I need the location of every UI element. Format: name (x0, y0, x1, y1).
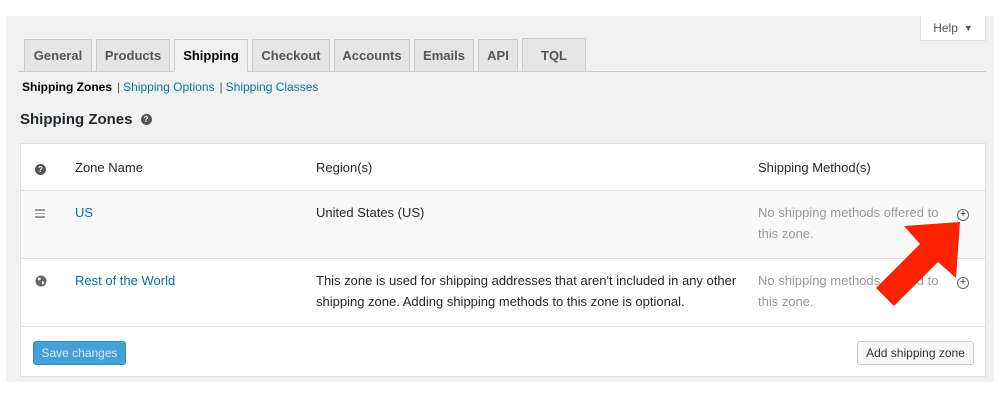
help-button[interactable]: Help ▼ (920, 16, 986, 41)
subnav-shipping-classes[interactable]: Shipping Classes (226, 80, 319, 94)
table-row: Rest of the World This zone is used for … (21, 259, 985, 327)
table-header-row: ? Zone Name Region(s) Shipping Method(s) (21, 144, 985, 191)
tab-tql[interactable]: TQL (522, 38, 586, 72)
header-zone-name: Zone Name (75, 160, 143, 175)
add-shipping-zone-button[interactable]: Add shipping zone (857, 341, 974, 365)
shipping-zones-table: ? Zone Name Region(s) Shipping Method(s)… (20, 143, 986, 377)
page-title: Shipping Zones ? (20, 111, 152, 128)
tab-products[interactable]: Products (96, 39, 170, 72)
shipping-subnav: Shipping Zones | Shipping Options | Ship… (22, 80, 318, 94)
header-shipping-methods: Shipping Method(s) (758, 160, 871, 175)
tab-shipping[interactable]: Shipping (174, 39, 248, 72)
subnav-shipping-options[interactable]: Shipping Options (123, 80, 214, 94)
tab-general[interactable]: General (24, 39, 92, 72)
question-circle-icon[interactable]: ? (35, 164, 46, 175)
help-label: Help (933, 21, 958, 35)
zone-name-link[interactable]: US (75, 202, 93, 223)
subnav-shipping-zones[interactable]: Shipping Zones (22, 80, 112, 94)
question-circle-icon[interactable]: ? (140, 114, 152, 125)
tab-accounts[interactable]: Accounts (334, 39, 410, 72)
tab-api[interactable]: API (478, 39, 518, 72)
annotation-arrow-icon (876, 222, 960, 306)
zone-name-link[interactable]: Rest of the World (75, 270, 175, 291)
tab-emails[interactable]: Emails (414, 39, 474, 72)
subnav-separator: | (117, 80, 121, 94)
header-help: ? (35, 157, 46, 178)
tab-checkout[interactable]: Checkout (252, 39, 330, 72)
zone-region: United States (US) (316, 205, 425, 220)
globe-icon (35, 270, 47, 293)
zone-region: This zone is used for shipping addresses… (316, 273, 737, 309)
table-footer: Save changes Add shipping zone (21, 327, 985, 377)
section-title-text: Shipping Zones (20, 111, 133, 128)
subnav-separator: | (219, 80, 223, 94)
header-regions: Region(s) (316, 160, 373, 175)
save-changes-button[interactable]: Save changes (33, 341, 126, 365)
chevron-down-icon: ▼ (963, 23, 973, 33)
table-row: US United States (US) No shipping method… (21, 191, 985, 259)
drag-handle-icon[interactable] (35, 202, 45, 218)
